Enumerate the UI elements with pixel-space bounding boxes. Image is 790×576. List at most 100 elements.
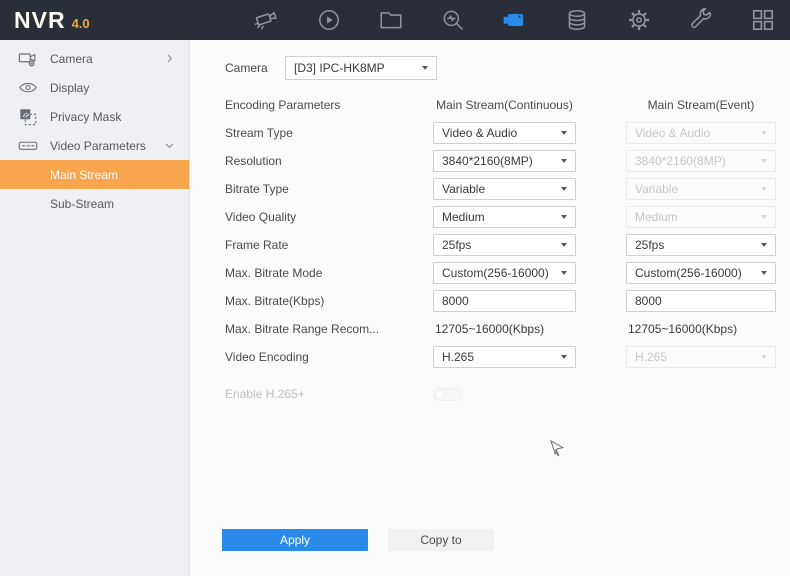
row-label: Video Encoding [225, 350, 433, 364]
row-video-quality: Video Quality Medium Medium [225, 206, 790, 228]
select-value: 25fps [635, 238, 664, 252]
playback-icon[interactable] [316, 7, 342, 33]
switch-panel-icon[interactable] [750, 7, 776, 33]
stream-type-continuous-select[interactable]: Video & Audio [433, 122, 576, 144]
video-recording-icon[interactable] [502, 7, 528, 33]
chevron-right-icon [164, 53, 175, 64]
sidebar-item-main-stream[interactable]: Main Stream [0, 160, 189, 189]
enable-h265-label: Enable H.265+ [225, 387, 433, 401]
row-video-encoding: Video Encoding H.265 H.265 [225, 346, 790, 368]
sidebar-item-video-parameters[interactable]: Video Parameters [0, 131, 189, 160]
select-value: 3840*2160(8MP) [635, 154, 726, 168]
caret-down-icon [561, 355, 567, 359]
privacy-mask-icon [18, 106, 40, 128]
row-label: Frame Rate [225, 238, 433, 252]
sidebar: Camera Display Privacy Mask [0, 40, 190, 576]
sidebar-item-label: Video Parameters [50, 139, 146, 153]
row-max-bitrate-range: Max. Bitrate Range Recom... 12705~16000(… [225, 318, 790, 340]
chevron-down-icon [164, 140, 175, 151]
row-label: Max. Bitrate Range Recom... [225, 322, 433, 336]
row-max-bitrate: Max. Bitrate(Kbps) [225, 290, 790, 312]
row-label: Max. Bitrate Mode [225, 266, 433, 280]
brand-version: 4.0 [72, 16, 90, 31]
max-bitrate-mode-event-select[interactable]: Custom(256-16000) [626, 262, 776, 284]
smart-analysis-icon[interactable] [440, 7, 466, 33]
video-encoding-event-select: H.265 [626, 346, 776, 368]
caret-down-icon [761, 271, 767, 275]
max-bitrate-continuous-input[interactable] [433, 290, 576, 312]
toggle-knob [435, 390, 444, 399]
camera-select-value: [D3] IPC-HK8MP [294, 61, 385, 75]
row-resolution: Resolution 3840*2160(8MP) 3840*2160(8MP) [225, 150, 790, 172]
row-max-bitrate-mode: Max. Bitrate Mode Custom(256-16000) Cust… [225, 262, 790, 284]
row-label: Resolution [225, 154, 433, 168]
caret-down-icon [561, 187, 567, 191]
caret-down-icon [761, 187, 767, 191]
sidebar-subitem-label: Main Stream [50, 168, 118, 182]
bitrate-type-continuous-select[interactable]: Variable [433, 178, 576, 200]
caret-down-icon [422, 66, 428, 70]
max-bitrate-mode-continuous-select[interactable]: Custom(256-16000) [433, 262, 576, 284]
select-value: Custom(256-16000) [442, 266, 549, 280]
storage-icon[interactable] [564, 7, 590, 33]
resolution-continuous-select[interactable]: 3840*2160(8MP) [433, 150, 576, 172]
camera-icon [18, 48, 40, 70]
caret-down-icon [761, 355, 767, 359]
main-content: Camera [D3] IPC-HK8MP Encoding Parameter… [190, 40, 790, 576]
select-value: 3840*2160(8MP) [442, 154, 533, 168]
camera-label: Camera [225, 61, 285, 75]
caret-down-icon [561, 271, 567, 275]
caret-down-icon [561, 131, 567, 135]
max-bitrate-event-input[interactable] [626, 290, 776, 312]
row-stream-type: Stream Type Video & Audio Video & Audio [225, 122, 790, 144]
select-value: Variable [442, 182, 485, 196]
max-bitrate-range-event-value: 12705~16000(Kbps) [626, 322, 776, 336]
select-value: Custom(256-16000) [635, 266, 742, 280]
select-value: Video & Audio [442, 126, 517, 140]
live-view-icon[interactable] [254, 7, 280, 33]
video-parameters-icon [18, 135, 40, 157]
copy-to-button[interactable]: Copy to [388, 529, 494, 551]
frame-rate-continuous-select[interactable]: 25fps [433, 234, 576, 256]
video-quality-continuous-select[interactable]: Medium [433, 206, 576, 228]
sidebar-item-privacy-mask[interactable]: Privacy Mask [0, 102, 189, 131]
sidebar-item-label: Privacy Mask [50, 110, 121, 124]
brand-name: NVR [14, 7, 66, 34]
row-frame-rate: Frame Rate 25fps 25fps [225, 234, 790, 256]
maintenance-icon[interactable] [688, 7, 714, 33]
select-value: Video & Audio [635, 126, 710, 140]
encoding-header-row: Encoding Parameters Main Stream(Continuo… [225, 94, 790, 116]
select-value: 25fps [442, 238, 471, 252]
sidebar-item-camera[interactable]: Camera [0, 44, 189, 73]
apply-button[interactable]: Apply [222, 529, 368, 551]
caret-down-icon [561, 159, 567, 163]
sidebar-item-label: Display [50, 81, 89, 95]
video-quality-event-select: Medium [626, 206, 776, 228]
app-logo: NVR 4.0 [0, 7, 90, 34]
frame-rate-event-select[interactable]: 25fps [626, 234, 776, 256]
row-label: Video Quality [225, 210, 433, 224]
action-buttons: Apply Copy to [222, 529, 494, 551]
system-config-icon[interactable] [626, 7, 652, 33]
sidebar-item-sub-stream[interactable]: Sub-Stream [0, 189, 189, 218]
caret-down-icon [761, 243, 767, 247]
enable-h265-toggle [433, 388, 463, 401]
row-label: Max. Bitrate(Kbps) [225, 294, 433, 308]
sidebar-item-label: Camera [50, 52, 93, 66]
column-header-event: Main Stream(Event) [626, 98, 776, 112]
select-value: Medium [442, 210, 485, 224]
select-value: Variable [635, 182, 678, 196]
section-title: Encoding Parameters [225, 98, 433, 112]
caret-down-icon [561, 215, 567, 219]
row-bitrate-type: Bitrate Type Variable Variable [225, 178, 790, 200]
sidebar-subitem-label: Sub-Stream [50, 197, 114, 211]
stream-type-event-select: Video & Audio [626, 122, 776, 144]
video-encoding-continuous-select[interactable]: H.265 [433, 346, 576, 368]
caret-down-icon [761, 215, 767, 219]
camera-select[interactable]: [D3] IPC-HK8MP [285, 56, 437, 80]
row-label: Stream Type [225, 126, 433, 140]
column-header-continuous: Main Stream(Continuous) [433, 98, 576, 112]
sidebar-item-display[interactable]: Display [0, 73, 189, 102]
bitrate-type-event-select: Variable [626, 178, 776, 200]
file-management-icon[interactable] [378, 7, 404, 33]
